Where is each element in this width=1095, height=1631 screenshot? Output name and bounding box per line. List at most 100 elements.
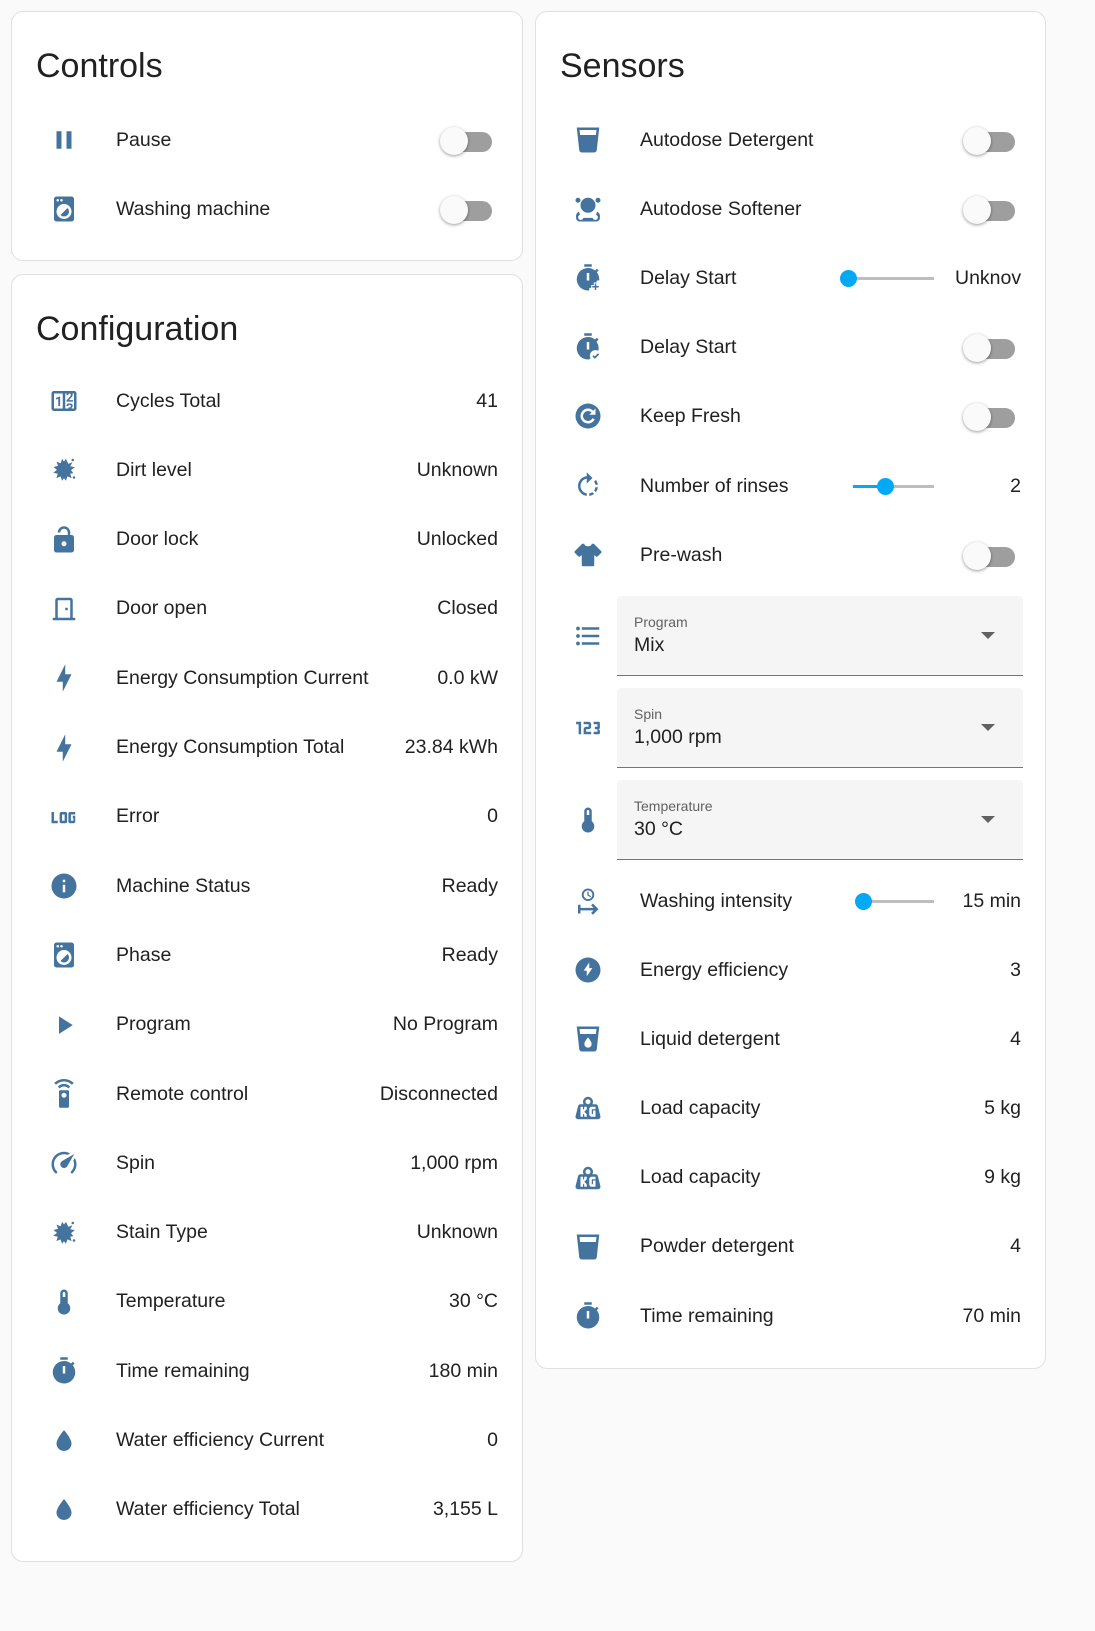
tshirt-icon [572,539,604,571]
row-value: Unknown [416,1221,498,1244]
row-label: Delay Start [640,266,737,289]
sensor-row-autodose-detergent[interactable]: Autodose Detergent [536,112,1045,168]
row-value: 1,000 rpm [410,1151,498,1174]
row-label: Powder detergent [640,1235,794,1258]
row-value: Unknown [416,458,498,481]
row-label: Time remaining [640,1304,774,1327]
row-label: Stain Type [116,1221,208,1244]
timer-check-icon [572,331,604,363]
row-label: Autodose Detergent [640,128,814,151]
washing-intensity-slider[interactable] [855,891,934,911]
speedometer-icon [48,1147,80,1179]
sensor-reading-row[interactable]: Liquid detergent 4 [536,1011,1045,1067]
control-row-pause[interactable]: Pause [12,112,522,168]
timer-icon [48,1355,80,1387]
row-label: Cycles Total [116,389,221,412]
row-label: Machine Status [116,874,251,897]
select-value: 30 °C [634,818,683,840]
configuration-row[interactable]: Machine Status Ready [12,858,522,914]
configuration-row[interactable]: Time remaining 180 min [12,1343,522,1399]
washing-machine-icon [48,939,80,971]
thermometer-icon [48,1286,80,1318]
pre-wash-toggle[interactable] [963,537,1015,573]
configuration-row[interactable]: Remote control Disconnected [12,1066,522,1122]
water-icon [48,1425,80,1457]
sensor-row-autodose-softener[interactable]: Autodose Softener [536,181,1045,237]
sensor-row-delay-start-slider: Delay Start Unknov [536,250,1045,306]
sensor-row-keep-fresh[interactable]: Keep Fresh [536,388,1045,444]
row-label: Door lock [116,528,199,551]
configuration-row[interactable]: Error 0 [12,789,522,845]
card-title: Controls [36,47,163,85]
weight-kg-icon [572,1162,604,1194]
washing-machine-toggle[interactable] [440,191,492,227]
row-value: 70 min [962,1304,1021,1327]
keep-fresh-toggle[interactable] [963,398,1015,434]
row-value: 0.0 kW [437,666,498,689]
delay-start-slider[interactable] [840,268,934,288]
configuration-card: Configuration Cycles Total 41 Dirt level Un… [11,274,523,1562]
configuration-row[interactable]: Energy Consumption Current 0.0 kW [12,650,522,706]
configuration-row[interactable]: Phase Ready [12,927,522,983]
rotate-dotted-icon [572,470,604,502]
sensor-row-pre-wash[interactable]: Pre-wash [536,527,1045,583]
configuration-row[interactable]: Temperature 30 °C [12,1274,522,1330]
row-label: Pre-wash [640,543,723,566]
configuration-row[interactable]: Stain Type Unknown [12,1205,522,1261]
row-label: Number of rinses [640,474,789,497]
sensor-reading-row[interactable]: Energy efficiency 3 [536,942,1045,998]
pause-toggle[interactable] [440,122,492,158]
delay-start-toggle[interactable] [963,329,1015,365]
configuration-row[interactable]: Door lock Unlocked [12,512,522,568]
row-value: 0 [487,805,498,828]
spin-select[interactable]: Spin 1,000 rpm [617,688,1023,768]
program-select[interactable]: Program Mix [617,596,1023,676]
dropdown-arrow-icon [981,816,995,823]
configuration-row[interactable]: Energy Consumption Total 23.84 kWh [12,720,522,776]
card-title: Configuration [36,310,239,348]
washing-machine-icon [48,193,80,225]
dropdown-arrow-icon [981,724,995,731]
row-label: Temperature [116,1290,226,1313]
row-value: 5 kg [984,1096,1021,1119]
configuration-row[interactable]: Door open Closed [12,581,522,637]
row-label: Energy efficiency [640,958,789,981]
sensor-row-spin-select: Spin 1,000 rpm [536,688,1045,768]
sensor-row-delay-start-toggle[interactable]: Delay Start [536,319,1045,375]
format-list-icon [572,620,604,652]
row-value: Unlocked [416,528,498,551]
row-value: 41 [476,389,498,412]
temperature-select[interactable]: Temperature 30 °C [617,780,1023,860]
lightning-circle-icon [572,954,604,986]
sensor-reading-row[interactable]: Time remaining 70 min [536,1288,1045,1344]
sensor-reading-row[interactable]: Load capacity 9 kg [536,1150,1045,1206]
configuration-row[interactable]: Program No Program [12,997,522,1053]
row-label: Time remaining [116,1359,250,1382]
row-value: 180 min [428,1359,498,1382]
configuration-row[interactable]: Dirt level Unknown [12,442,522,498]
remote-icon [48,1078,80,1110]
select-value: Mix [634,634,665,656]
row-value: 0 [487,1429,498,1451]
configuration-row[interactable]: Water efficiency Current 0 [12,1413,522,1469]
row-label: Load capacity [640,1166,761,1189]
configuration-row[interactable]: Cycles Total 41 [12,373,522,429]
row-label: Delay Start [640,335,737,358]
row-value: 2 [1010,474,1021,497]
configuration-row[interactable]: Spin 1,000 rpm [12,1135,522,1191]
row-value: Unknov [955,266,1021,289]
card-title: Sensors [560,47,685,85]
row-label: Pause [116,128,172,151]
information-icon [48,870,80,902]
sensor-reading-row[interactable]: Powder detergent 4 [536,1219,1045,1275]
sensor-reading-row[interactable]: Load capacity 5 kg [536,1080,1045,1136]
number-of-rinses-slider[interactable] [853,476,934,496]
control-row-washing-machine[interactable]: Washing machine [12,181,522,237]
row-value: Closed [437,597,498,620]
water-icon [48,1494,80,1526]
configuration-row[interactable]: Water efficiency Total 3,155 L [12,1482,522,1538]
sensor-row-number-of-rinses: Number of rinses 2 [536,458,1045,514]
autodose-detergent-toggle[interactable] [963,122,1015,158]
cup-icon [572,1231,604,1263]
autodose-softener-toggle[interactable] [963,191,1015,227]
